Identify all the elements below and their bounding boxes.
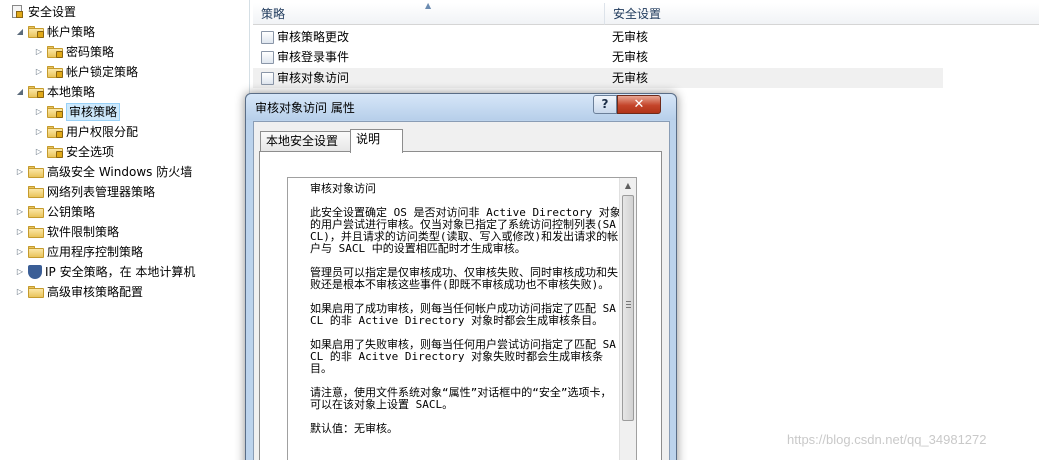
- folder-icon: [28, 186, 44, 198]
- grip-icon: [626, 301, 631, 308]
- expand-arrow-icon[interactable]: ▷: [33, 102, 45, 122]
- dialog-body: 本地安全设置 说明 审核对象访问 此安全设置确定 OS 是否对访问非 Activ…: [253, 121, 670, 460]
- tree-item-windows-firewall[interactable]: ▷ 高级安全 Windows 防火墙: [14, 162, 192, 182]
- tree-item-application-control[interactable]: ▷ 应用程序控制策略: [14, 242, 143, 262]
- vertical-scrollbar[interactable]: ▲: [619, 178, 636, 460]
- locked-folder-icon: [47, 126, 63, 138]
- locked-folder-icon: [47, 106, 63, 118]
- tree-root-label: 安全设置: [28, 5, 77, 19]
- scrollbar-thumb[interactable]: [622, 195, 634, 421]
- tab-local-security-setting[interactable]: 本地安全设置: [260, 131, 351, 152]
- policy-row-audit-policy-change[interactable]: 审核策略更改 无审核: [253, 27, 943, 47]
- expand-arrow-icon[interactable]: ▷: [14, 162, 26, 182]
- folder-icon: [28, 246, 44, 258]
- column-header-security-setting[interactable]: 安全设置: [605, 3, 1039, 25]
- properties-dialog: 审核对象访问 属性 ? ✕ 本地安全设置 说明 审核对象访问 此安全设置确定 O…: [245, 93, 677, 460]
- expand-arrow-icon[interactable]: ▷: [33, 62, 45, 82]
- expand-arrow-icon[interactable]: ▷: [33, 122, 45, 142]
- tree-pane: 安全设置 ◢ 帐户策略 ▷ 密码策略 ▷ 帐户锁定策略 ◢ 本地策略 ▷ 审核策…: [0, 0, 250, 460]
- dialog-titlebar[interactable]: 审核对象访问 属性 ? ✕: [246, 94, 676, 120]
- tree-item-local-policies[interactable]: ◢ 本地策略: [14, 82, 95, 102]
- tree-item-public-key-policies[interactable]: ▷ 公钥策略: [14, 202, 95, 222]
- tree-item-password-policy[interactable]: ▷ 密码策略: [33, 42, 114, 62]
- description-text: 审核对象访问 此安全设置确定 OS 是否对访问非 Active Director…: [310, 182, 621, 435]
- folder-icon: [28, 286, 44, 298]
- tab-panel-explain: 审核对象访问 此安全设置确定 OS 是否对访问非 Active Director…: [259, 151, 662, 460]
- security-settings-icon: [12, 5, 24, 19]
- locked-folder-icon: [28, 26, 44, 38]
- policy-icon: [261, 30, 274, 44]
- watermark: https://blog.csdn.net/qq_34981272: [787, 432, 987, 447]
- folder-icon: [28, 166, 44, 178]
- help-button[interactable]: ?: [593, 95, 617, 114]
- tree-root-security-settings[interactable]: 安全设置: [9, 2, 76, 22]
- expand-arrow-icon[interactable]: ▷: [33, 142, 45, 162]
- locked-folder-icon: [47, 46, 63, 58]
- dialog-title: 审核对象访问 属性: [255, 101, 355, 115]
- expand-arrow-icon[interactable]: ◢: [14, 82, 26, 102]
- expand-arrow-icon[interactable]: ▷: [14, 222, 26, 242]
- description-textbox[interactable]: 审核对象访问 此安全设置确定 OS 是否对访问非 Active Director…: [287, 177, 637, 460]
- sort-ascending-icon: ▲: [425, 1, 432, 10]
- policy-icon: [261, 71, 274, 85]
- folder-icon: [28, 206, 44, 218]
- tree-item-audit-policy[interactable]: ▷ 审核策略: [33, 102, 121, 122]
- ip-security-shield-icon: [28, 265, 42, 279]
- tree-item-user-rights-assignment[interactable]: ▷ 用户权限分配: [33, 122, 138, 142]
- tree-item-network-list-manager[interactable]: 网络列表管理器策略: [14, 182, 155, 202]
- tree-item-account-lockout-policy[interactable]: ▷ 帐户锁定策略: [33, 62, 138, 82]
- tree-item-account-policies[interactable]: ◢ 帐户策略: [14, 22, 95, 42]
- policy-row-audit-logon-events[interactable]: 审核登录事件 无审核: [253, 47, 943, 67]
- tree-item-software-restriction[interactable]: ▷ 软件限制策略: [14, 222, 119, 242]
- column-header-policy[interactable]: 策略 ▲: [253, 1, 605, 25]
- scroll-up-arrow-icon[interactable]: ▲: [620, 178, 636, 194]
- tree-item-security-options[interactable]: ▷ 安全选项: [33, 142, 114, 162]
- locked-folder-icon: [28, 86, 44, 98]
- policy-icon: [261, 50, 274, 64]
- expand-arrow-icon[interactable]: ▷: [33, 42, 45, 62]
- policy-row-audit-object-access[interactable]: 审核对象访问 无审核: [253, 68, 943, 88]
- expand-arrow-icon[interactable]: ▷: [14, 202, 26, 222]
- locked-folder-icon: [47, 66, 63, 78]
- expand-arrow-icon[interactable]: ▷: [14, 282, 26, 302]
- locked-folder-icon: [47, 146, 63, 158]
- expand-arrow-icon[interactable]: ▷: [14, 262, 26, 282]
- close-button[interactable]: ✕: [617, 95, 661, 114]
- tab-explain[interactable]: 说明: [350, 129, 403, 153]
- expand-arrow-icon[interactable]: ▷: [14, 242, 26, 262]
- tree-item-advanced-audit[interactable]: ▷ 高级审核策略配置: [14, 282, 143, 302]
- tree-item-ip-security[interactable]: ▷ IP 安全策略，在 本地计算机: [14, 262, 195, 282]
- folder-icon: [28, 226, 44, 238]
- expand-arrow-icon[interactable]: ◢: [14, 22, 26, 42]
